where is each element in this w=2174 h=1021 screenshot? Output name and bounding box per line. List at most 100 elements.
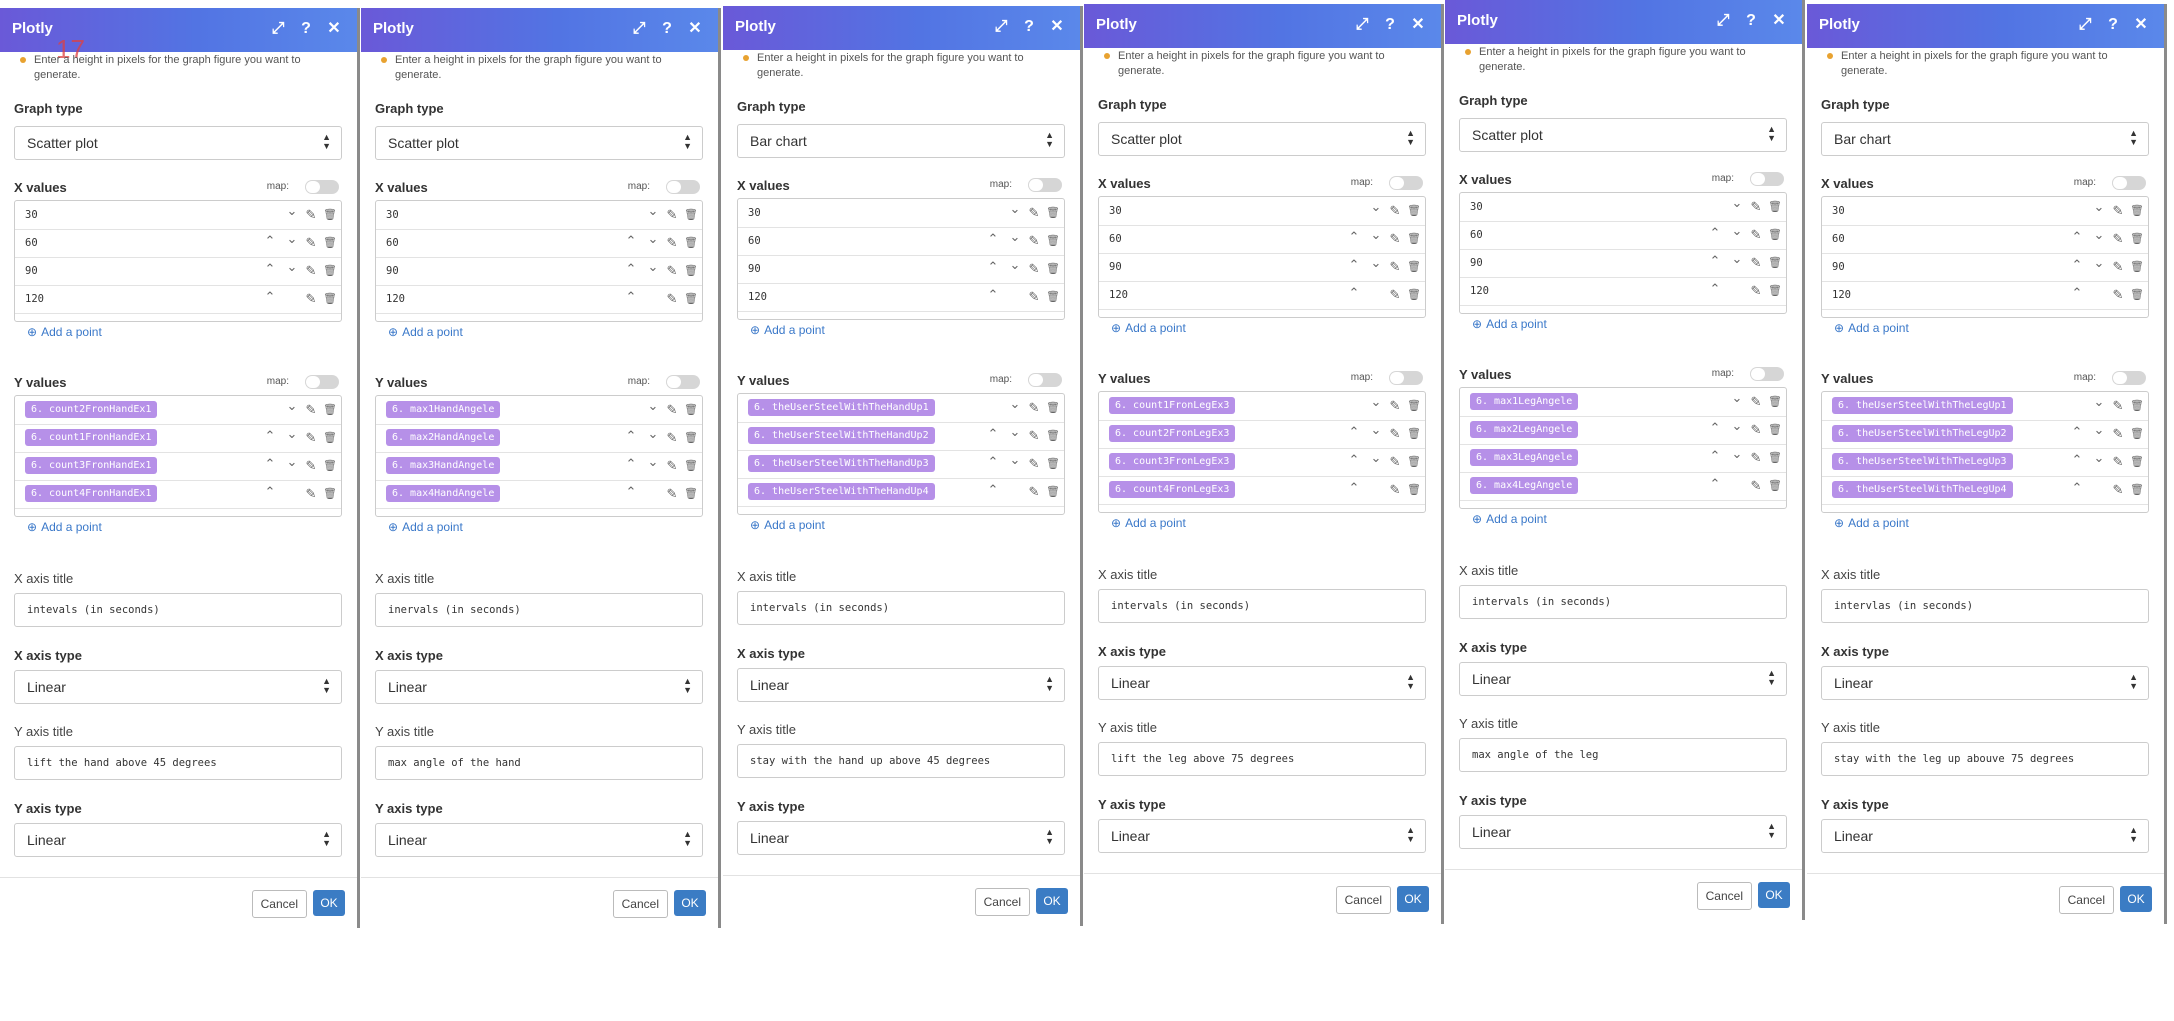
x-value-down-icon[interactable]: ⌄ <box>283 202 301 220</box>
y-axis-type-select[interactable]: Linear ▲ ▼ <box>14 823 342 857</box>
x-value[interactable]: 90 <box>386 265 399 277</box>
ok-button[interactable]: OK <box>313 890 345 916</box>
x-value[interactable]: 120 <box>1832 289 1851 301</box>
close-icon[interactable]: ✕ <box>1407 14 1429 36</box>
x-map-toggle[interactable] <box>305 180 339 194</box>
x-value-trash-icon[interactable]: 🗑 <box>1044 288 1062 306</box>
y-value-edit-icon[interactable]: ✎ <box>1747 421 1765 439</box>
y-value-edit-icon[interactable]: ✎ <box>1747 449 1765 467</box>
cancel-button[interactable]: Cancel <box>612 890 668 918</box>
y-value-up-icon[interactable]: ⌃ <box>2068 451 2086 469</box>
close-icon[interactable]: ✕ <box>323 18 345 40</box>
y-value-up-icon[interactable]: ⌃ <box>984 481 1002 499</box>
x-value-trash-icon[interactable]: 🗑 <box>1405 230 1423 248</box>
x-value-up-icon[interactable] <box>984 202 1002 220</box>
y-value-up-icon[interactable]: ⌃ <box>1345 423 1363 441</box>
y-value-down-icon[interactable]: ⌄ <box>1728 445 1746 463</box>
x-value-up-icon[interactable]: ⌃ <box>984 258 1002 276</box>
x-value-down-icon[interactable]: ⌄ <box>1367 198 1385 216</box>
x-value[interactable]: 120 <box>1470 285 1489 297</box>
x-value-down-icon[interactable]: ⌄ <box>2090 254 2108 272</box>
x-map-toggle[interactable] <box>1389 176 1423 190</box>
y-value-tag[interactable]: 6. count2FronLegEx3 <box>1109 425 1236 442</box>
x-value-edit-icon[interactable]: ✎ <box>302 290 320 308</box>
y-value-trash-icon[interactable]: 🗑 <box>1405 453 1423 471</box>
y-value-up-icon[interactable]: ⌃ <box>984 453 1002 471</box>
y-value-edit-icon[interactable]: ✎ <box>302 429 320 447</box>
y-value-edit-icon[interactable]: ✎ <box>663 401 681 419</box>
x-value[interactable]: 120 <box>748 291 767 303</box>
y-value-trash-icon[interactable]: 🗑 <box>1766 421 1784 439</box>
x-value-edit-icon[interactable]: ✎ <box>663 290 681 308</box>
x-value-edit-icon[interactable]: ✎ <box>1747 198 1765 216</box>
y-value-down-icon[interactable]: ⌄ <box>283 453 301 471</box>
x-value-down-icon[interactable]: ⌄ <box>644 258 662 276</box>
expand-icon[interactable]: ⤢ <box>628 18 650 40</box>
y-value-edit-icon[interactable]: ✎ <box>2109 481 2127 499</box>
y-value-up-icon[interactable] <box>261 399 279 417</box>
x-value-up-icon[interactable]: ⌃ <box>2068 228 2086 246</box>
x-value-trash-icon[interactable]: 🗑 <box>1405 202 1423 220</box>
y-value-down-icon[interactable]: ⌄ <box>1728 417 1746 435</box>
ok-button[interactable]: OK <box>2120 886 2152 912</box>
x-axis-title-input[interactable]: intervlas (in seconds) <box>1821 589 2149 623</box>
x-value-trash-icon[interactable]: 🗑 <box>1766 282 1784 300</box>
y-value-up-icon[interactable]: ⌃ <box>1706 419 1724 437</box>
y-value-up-icon[interactable]: ⌃ <box>622 427 640 445</box>
add-y-point-button[interactable]: Add a point <box>27 520 102 534</box>
x-value-up-icon[interactable] <box>1706 196 1724 214</box>
x-value-edit-icon[interactable]: ✎ <box>1747 254 1765 272</box>
y-value-down-icon[interactable]: ⌄ <box>644 425 662 443</box>
help-icon[interactable]: ? <box>1379 14 1401 36</box>
x-value-down-icon[interactable]: ⌄ <box>644 230 662 248</box>
y-value-edit-icon[interactable]: ✎ <box>1747 393 1765 411</box>
ok-button[interactable]: OK <box>1758 882 1790 908</box>
x-value-trash-icon[interactable]: 🗑 <box>1044 204 1062 222</box>
y-value-tag[interactable]: 6. max3LegAngele <box>1470 449 1579 466</box>
x-map-toggle[interactable] <box>1750 172 1784 186</box>
x-value[interactable]: 60 <box>1832 233 1845 245</box>
add-y-point-button[interactable]: Add a point <box>1834 516 1909 530</box>
expand-icon[interactable]: ⤢ <box>267 18 289 40</box>
y-value-edit-icon[interactable]: ✎ <box>663 429 681 447</box>
x-value-up-icon[interactable]: ⌃ <box>1706 280 1724 298</box>
y-value-up-icon[interactable] <box>622 399 640 417</box>
y-map-toggle[interactable] <box>666 375 700 389</box>
y-map-toggle[interactable] <box>2112 371 2146 385</box>
x-value-edit-icon[interactable]: ✎ <box>1025 260 1043 278</box>
x-value-trash-icon[interactable]: 🗑 <box>1044 232 1062 250</box>
y-value-up-icon[interactable]: ⌃ <box>261 455 279 473</box>
x-map-toggle[interactable] <box>2112 176 2146 190</box>
graph-type-select[interactable]: Scatter plot ▲ ▼ <box>14 126 342 160</box>
y-value-trash-icon[interactable]: 🗑 <box>1044 427 1062 445</box>
y-value-tag[interactable]: 6. count2FronHandEx1 <box>25 401 158 418</box>
y-value-trash-icon[interactable]: 🗑 <box>682 457 700 475</box>
y-value-trash-icon[interactable]: 🗑 <box>1766 449 1784 467</box>
x-value-trash-icon[interactable]: 🗑 <box>2128 230 2146 248</box>
x-value-down-icon[interactable] <box>283 286 301 304</box>
y-value-tag[interactable]: 6. count4FronLegEx3 <box>1109 481 1236 498</box>
x-value[interactable]: 60 <box>1109 233 1122 245</box>
y-value-edit-icon[interactable]: ✎ <box>302 485 320 503</box>
y-value-trash-icon[interactable]: 🗑 <box>2128 397 2146 415</box>
y-value-trash-icon[interactable]: 🗑 <box>682 401 700 419</box>
x-value-up-icon[interactable]: ⌃ <box>622 288 640 306</box>
y-value-trash-icon[interactable]: 🗑 <box>1044 483 1062 501</box>
close-icon[interactable]: ✕ <box>1768 10 1790 32</box>
x-value[interactable]: 60 <box>386 237 399 249</box>
y-value-tag[interactable]: 6. theUserSteelWithTheHandUp3 <box>748 455 935 472</box>
y-value-trash-icon[interactable]: 🗑 <box>2128 425 2146 443</box>
x-value-edit-icon[interactable]: ✎ <box>302 206 320 224</box>
x-axis-type-select[interactable]: Linear ▲ ▼ <box>737 668 1065 702</box>
cancel-button[interactable]: Cancel <box>1696 882 1752 910</box>
y-value-up-icon[interactable] <box>984 397 1002 415</box>
x-value-up-icon[interactable] <box>261 204 279 222</box>
x-value-down-icon[interactable] <box>2090 282 2108 300</box>
x-axis-type-select[interactable]: Linear ▲ ▼ <box>1459 662 1787 696</box>
y-value-trash-icon[interactable]: 🗑 <box>1766 393 1784 411</box>
x-value[interactable]: 90 <box>25 265 38 277</box>
x-value-trash-icon[interactable]: 🗑 <box>682 206 700 224</box>
x-value-trash-icon[interactable]: 🗑 <box>682 262 700 280</box>
x-axis-title-input[interactable]: inervals (in seconds) <box>375 593 703 627</box>
x-value-trash-icon[interactable]: 🗑 <box>321 206 339 224</box>
